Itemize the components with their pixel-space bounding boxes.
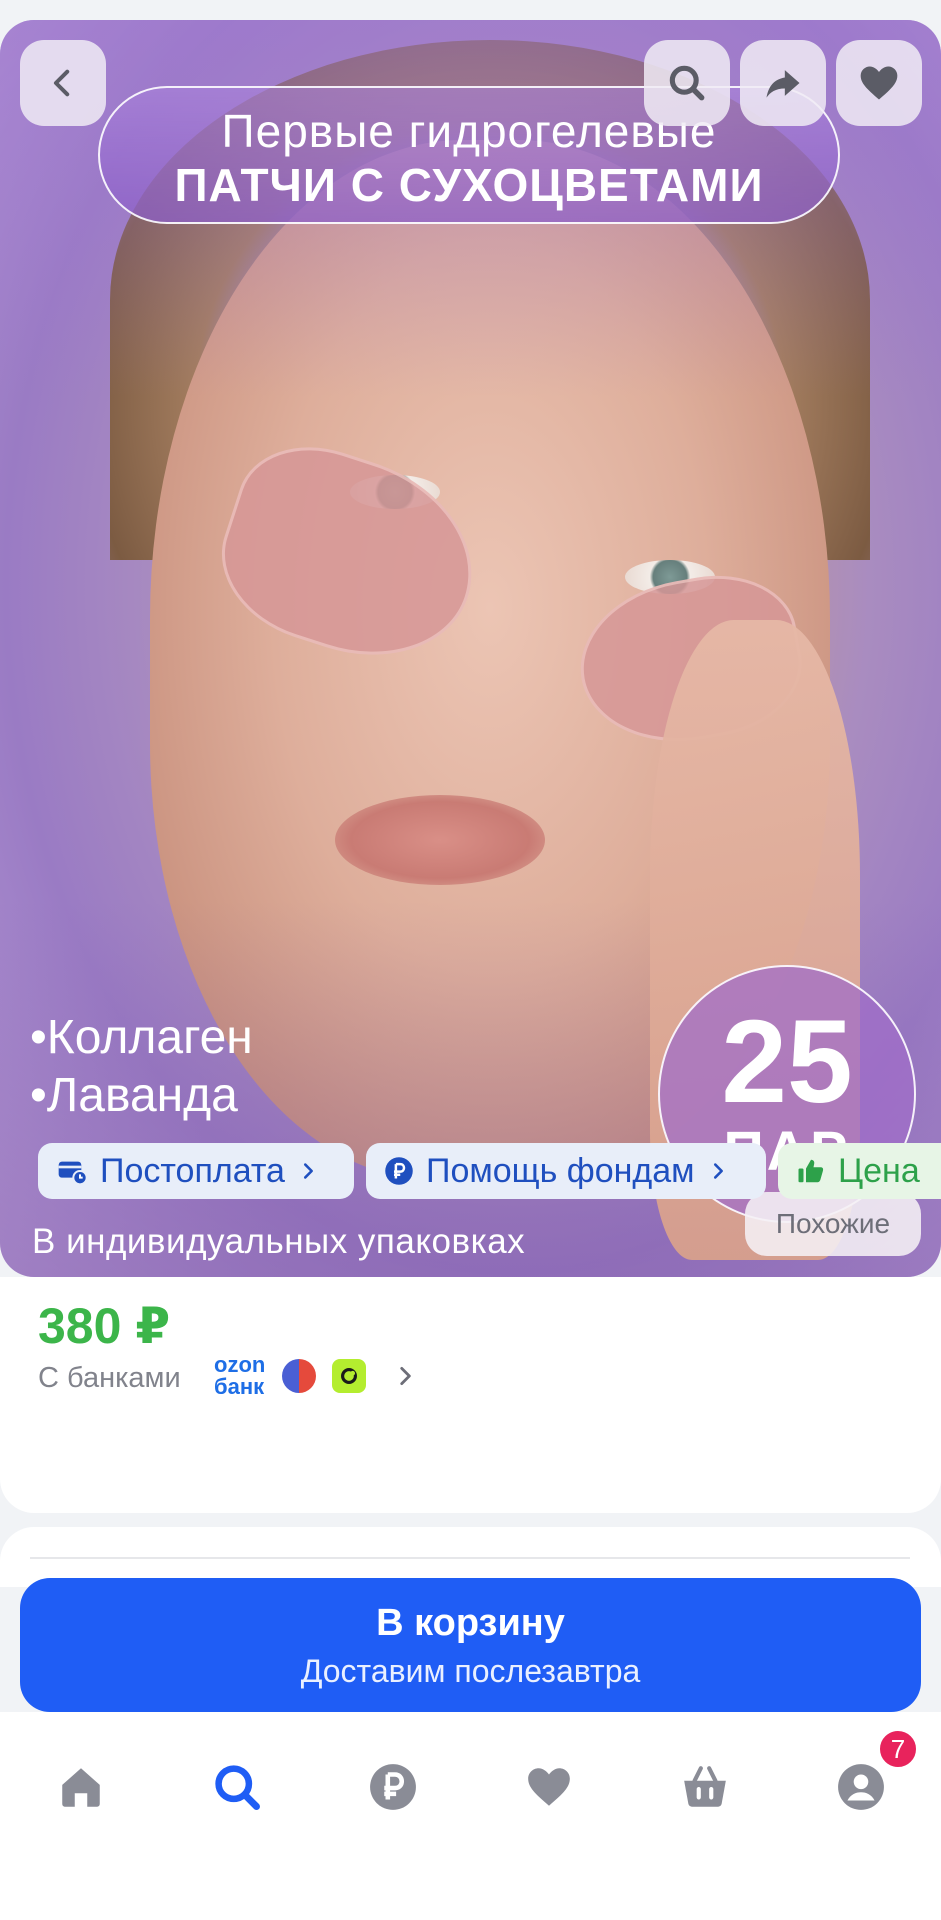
profile-notification-badge: 7 xyxy=(877,1728,919,1770)
charity-label: Помощь фондам xyxy=(426,1151,695,1190)
postpay-label: Постоплата xyxy=(100,1151,285,1190)
charity-chip[interactable]: Помощь фондам xyxy=(366,1143,766,1199)
price-chip[interactable]: Цена xyxy=(778,1143,941,1199)
tab-search[interactable] xyxy=(202,1752,272,1822)
search-button[interactable] xyxy=(644,40,730,126)
postpay-chip[interactable]: Постоплата xyxy=(38,1143,354,1199)
pairs-count-number: 25 xyxy=(721,996,853,1128)
banner-line2: ПАТЧИ С СУХОЦВЕТАМИ xyxy=(174,159,764,211)
thumbs-up-icon xyxy=(798,1159,824,1183)
tab-finance[interactable] xyxy=(358,1752,428,1822)
ozon-bank-logo-line2: банк xyxy=(214,1374,265,1399)
delivery-subtitle: Доставим послезавтра xyxy=(300,1653,641,1689)
favorite-button[interactable] xyxy=(836,40,922,126)
chevron-right-icon[interactable] xyxy=(392,1361,418,1391)
banks-label[interactable]: С банками xyxy=(38,1362,181,1395)
package-note: В индивидуальных упаковках xyxy=(32,1222,526,1261)
product-page: Первые гидрогелевые ПАТЧИ С СУХОЦВЕТАМИ … xyxy=(0,0,941,1920)
price-value: 380 ₽ xyxy=(38,1298,171,1354)
bank-logo-icon-2 xyxy=(332,1359,366,1393)
chevron-right-icon xyxy=(303,1163,313,1179)
price-card: 380 ₽ С банками ozon банк xyxy=(0,1277,941,1513)
chevron-left-icon xyxy=(53,69,70,97)
wallet-clock-icon xyxy=(58,1161,88,1186)
tab-home[interactable] xyxy=(46,1752,116,1822)
home-icon xyxy=(62,1768,100,1807)
search-icon xyxy=(215,1765,260,1810)
product-image[interactable]: Первые гидрогелевые ПАТЧИ С СУХОЦВЕТАМИ … xyxy=(0,20,941,1277)
ruble-icon xyxy=(370,1764,416,1810)
bullet-lavender: •Лаванда xyxy=(30,1069,238,1122)
bank-logo-icon xyxy=(282,1359,316,1393)
share-icon xyxy=(766,70,800,98)
tab-favorites[interactable] xyxy=(514,1752,584,1822)
profile-icon xyxy=(838,1764,884,1810)
add-to-cart-title: В корзину xyxy=(376,1602,565,1644)
heart-icon xyxy=(528,1768,570,1806)
search-icon xyxy=(669,65,705,101)
basket-icon xyxy=(684,1766,726,1807)
chevron-right-icon xyxy=(713,1163,723,1179)
ozon-bank-logo[interactable]: ozon банк xyxy=(214,1354,274,1398)
similar-button[interactable]: Похожие xyxy=(745,1192,921,1256)
ozon-bank-logo-line1: ozon xyxy=(214,1352,266,1377)
bottom-tabbar xyxy=(0,1712,941,1920)
price-chip-label: Цена xyxy=(838,1151,920,1190)
heart-icon xyxy=(860,66,898,100)
add-to-cart-button[interactable]: В корзину Доставим послезавтра xyxy=(20,1578,921,1712)
lips-shape xyxy=(335,795,545,885)
divider xyxy=(30,1557,910,1559)
bullet-collagen: •Коллаген xyxy=(30,1011,253,1064)
share-button[interactable] xyxy=(740,40,826,126)
ruble-coin-icon xyxy=(385,1157,413,1185)
back-button[interactable] xyxy=(20,40,106,126)
tab-cart[interactable] xyxy=(670,1752,740,1822)
